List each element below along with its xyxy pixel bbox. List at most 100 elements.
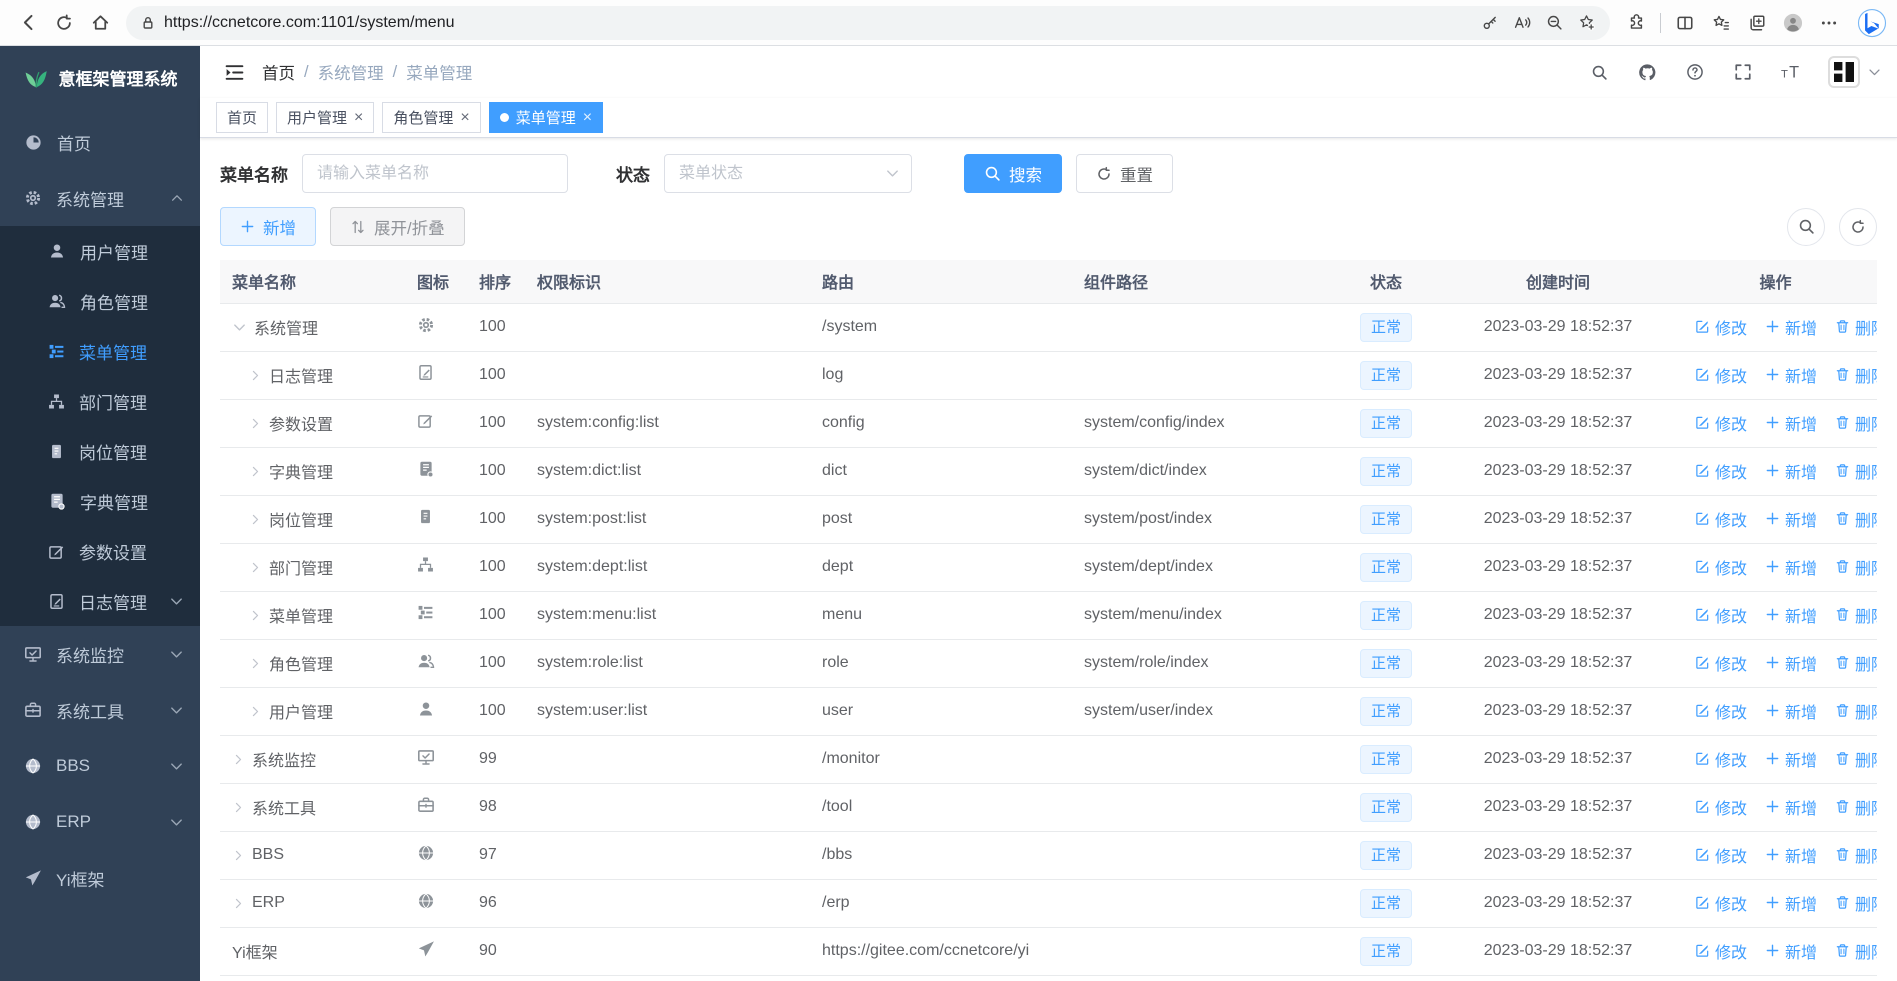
add-row-button[interactable]: 新增	[1765, 795, 1817, 819]
sidebar-item-log[interactable]: 日志管理	[0, 576, 200, 626]
add-row-button[interactable]: 新增	[1765, 363, 1817, 387]
add-row-button[interactable]: 新增	[1765, 555, 1817, 579]
edit-row-button[interactable]: 修改	[1695, 747, 1747, 771]
docs-help-button[interactable]	[1680, 57, 1710, 87]
sidebar-item-config[interactable]: 参数设置	[0, 526, 200, 576]
add-row-button[interactable]: 新增	[1765, 651, 1817, 675]
edit-row-button[interactable]: 修改	[1695, 939, 1747, 963]
add-row-button[interactable]: 新增	[1765, 459, 1817, 483]
add-row-button[interactable]: 新增	[1765, 891, 1817, 915]
delete-row-button[interactable]: 删除	[1835, 363, 1877, 387]
chevron-right-icon[interactable]	[249, 705, 262, 718]
split-screen-button[interactable]	[1667, 6, 1703, 40]
chevron-right-icon[interactable]	[232, 801, 245, 814]
sidebar-item-post[interactable]: 岗位管理	[0, 426, 200, 476]
chevron-right-icon[interactable]	[249, 369, 262, 382]
browser-back-button[interactable]	[10, 6, 46, 40]
chevron-right-icon[interactable]	[249, 417, 262, 430]
expand-collapse-button[interactable]: 展开/折叠	[330, 207, 465, 246]
search-button[interactable]: 搜索	[964, 154, 1062, 193]
edit-row-button[interactable]: 修改	[1695, 363, 1747, 387]
edit-row-button[interactable]: 修改	[1695, 891, 1747, 915]
status-select[interactable]	[664, 154, 912, 193]
edit-row-button[interactable]: 修改	[1695, 507, 1747, 531]
add-row-button[interactable]: 新增	[1765, 843, 1817, 867]
edit-row-button[interactable]: 修改	[1695, 843, 1747, 867]
add-row-button[interactable]: 新增	[1765, 411, 1817, 435]
add-row-button[interactable]: 新增	[1765, 939, 1817, 963]
tab-close-icon[interactable]: ×	[583, 109, 592, 126]
password-manager-button[interactable]	[1474, 9, 1506, 37]
font-size-button[interactable]: TT	[1776, 57, 1806, 87]
chevron-right-icon[interactable]	[232, 849, 245, 862]
sidebar-item-erp[interactable]: ERP	[0, 794, 200, 850]
edit-row-button[interactable]: 修改	[1695, 315, 1747, 339]
header-search-button[interactable]	[1584, 57, 1614, 87]
delete-row-button[interactable]: 删除	[1835, 747, 1877, 771]
delete-row-button[interactable]: 删除	[1835, 411, 1877, 435]
delete-row-button[interactable]: 删除	[1835, 939, 1877, 963]
favorites-button[interactable]	[1703, 6, 1739, 40]
add-row-button[interactable]: 新增	[1765, 699, 1817, 723]
edit-row-button[interactable]: 修改	[1695, 651, 1747, 675]
delete-row-button[interactable]: 删除	[1835, 699, 1877, 723]
chevron-right-icon[interactable]	[232, 753, 245, 766]
user-avatar-dropdown[interactable]	[1828, 56, 1881, 88]
address-bar[interactable]: https://ccnetcore.com:1101/system/menu	[126, 5, 1610, 40]
tab-close-icon[interactable]: ×	[460, 109, 469, 126]
chevron-right-icon[interactable]	[249, 465, 262, 478]
show-search-toggle-button[interactable]	[1787, 207, 1825, 246]
edit-row-button[interactable]: 修改	[1695, 459, 1747, 483]
sidebar-item-bbs[interactable]: BBS	[0, 738, 200, 794]
delete-row-button[interactable]: 删除	[1835, 603, 1877, 627]
sidebar-item-menu[interactable]: 菜单管理	[0, 326, 200, 376]
sidebar-toggle-button[interactable]	[216, 54, 252, 90]
url-text[interactable]: https://ccnetcore.com:1101/system/menu	[164, 14, 1474, 32]
delete-row-button[interactable]: 删除	[1835, 843, 1877, 867]
sidebar-item-system[interactable]: 系统管理	[0, 170, 200, 226]
chevron-right-icon[interactable]	[249, 513, 262, 526]
collections-button[interactable]	[1739, 6, 1775, 40]
add-favorite-button[interactable]	[1570, 9, 1602, 37]
sidebar-item-tool[interactable]: 系统工具	[0, 682, 200, 738]
bing-discover-button[interactable]	[1857, 8, 1887, 38]
edit-row-button[interactable]: 修改	[1695, 603, 1747, 627]
breadcrumb-item[interactable]: 首页	[262, 60, 295, 84]
edit-row-button[interactable]: 修改	[1695, 555, 1747, 579]
reset-button[interactable]: 重置	[1076, 154, 1173, 193]
sidebar-item-dept[interactable]: 部门管理	[0, 376, 200, 426]
delete-row-button[interactable]: 删除	[1835, 507, 1877, 531]
read-aloud-button[interactable]	[1506, 9, 1538, 37]
delete-row-button[interactable]: 删除	[1835, 315, 1877, 339]
add-row-button[interactable]: 新增	[1765, 315, 1817, 339]
add-row-button[interactable]: 新增	[1765, 507, 1817, 531]
add-row-button[interactable]: 新增	[1765, 603, 1817, 627]
sidebar-item-home[interactable]: 首页	[0, 114, 200, 170]
edit-row-button[interactable]: 修改	[1695, 795, 1747, 819]
delete-row-button[interactable]: 删除	[1835, 795, 1877, 819]
sidebar-item-user[interactable]: 用户管理	[0, 226, 200, 276]
tab-home[interactable]: 首页	[216, 102, 269, 133]
delete-row-button[interactable]: 删除	[1835, 891, 1877, 915]
chevron-right-icon[interactable]	[249, 657, 262, 670]
delete-row-button[interactable]: 删除	[1835, 651, 1877, 675]
delete-row-button[interactable]: 删除	[1835, 555, 1877, 579]
github-button[interactable]	[1632, 57, 1662, 87]
extensions-button[interactable]	[1618, 6, 1654, 40]
profile-button[interactable]	[1775, 6, 1811, 40]
chevron-right-icon[interactable]	[232, 897, 245, 910]
site-permissions-button[interactable]	[132, 9, 164, 37]
sidebar-item-monitor[interactable]: 系统监控	[0, 626, 200, 682]
breadcrumb-item[interactable]: 系统管理	[318, 60, 384, 84]
browser-home-button[interactable]	[82, 6, 118, 40]
browser-menu-button[interactable]	[1811, 6, 1847, 40]
tab-role[interactable]: 角色管理 ×	[382, 102, 481, 133]
zoom-out-button[interactable]	[1538, 9, 1570, 37]
edit-row-button[interactable]: 修改	[1695, 699, 1747, 723]
sidebar-item-role[interactable]: 角色管理	[0, 276, 200, 326]
edit-row-button[interactable]: 修改	[1695, 411, 1747, 435]
app-logo[interactable]: 意框架管理系统	[0, 46, 200, 108]
chevron-right-icon[interactable]	[249, 609, 262, 622]
sidebar-item-dict[interactable]: 字典管理	[0, 476, 200, 526]
refresh-table-button[interactable]	[1839, 207, 1877, 246]
